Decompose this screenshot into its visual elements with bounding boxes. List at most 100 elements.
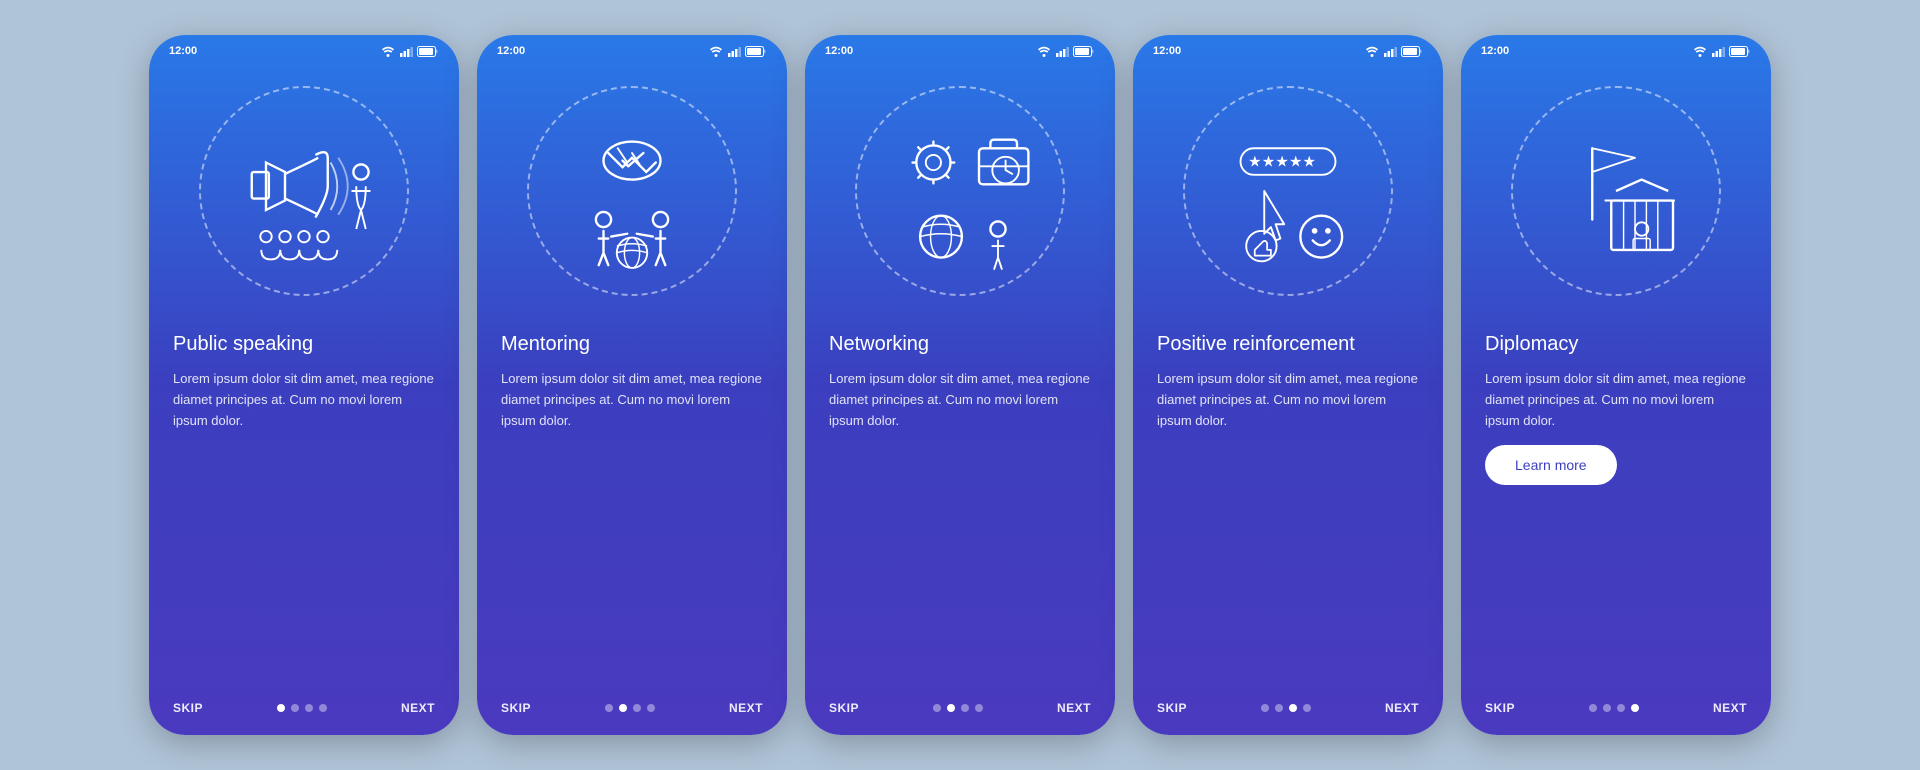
battery-icon [417,46,439,57]
time-5: 12:00 [1481,45,1509,57]
phones-container: 12:00 [149,35,1771,735]
learn-more-button[interactable]: Learn more [1485,445,1617,485]
dots-3 [933,704,983,712]
signal-icon-5 [1711,46,1725,57]
bottom-nav-5: SKIP NEXT [1461,687,1771,735]
icon-area-3 [805,61,1115,321]
skip-btn-2[interactable]: SKIP [501,701,531,715]
card-title-4: Positive reinforcement [1157,331,1419,357]
wifi-icon-2 [709,46,723,57]
diplomacy-icon [1521,96,1711,286]
dot-3-1 [947,704,955,712]
next-btn-1[interactable]: NEXT [401,701,435,715]
card-title-2: Mentoring [501,331,763,357]
bottom-nav-2: SKIP NEXT [477,687,787,735]
signal-icon-2 [727,46,741,57]
content-area-1: Public speaking Lorem ipsum dolor sit di… [149,321,459,687]
time-4: 12:00 [1153,45,1181,57]
next-btn-2[interactable]: NEXT [729,701,763,715]
bottom-nav-1: SKIP NEXT [149,687,459,735]
next-btn-4[interactable]: NEXT [1385,701,1419,715]
circle-dashed-4: ★★★★★ [1183,86,1393,296]
bottom-nav-4: SKIP NEXT [1133,687,1443,735]
battery-icon-2 [745,46,767,57]
wifi-icon-3 [1037,46,1051,57]
next-btn-5[interactable]: NEXT [1713,701,1747,715]
content-area-3: Networking Lorem ipsum dolor sit dim ame… [805,321,1115,687]
wifi-icon-5 [1693,46,1707,57]
public-speaking-icon [209,96,399,286]
positive-reinforcement-icon: ★★★★★ [1193,96,1383,286]
circle-dashed-3 [855,86,1065,296]
card-title-1: Public speaking [173,331,435,357]
status-icons-2 [709,46,767,57]
phone-diplomacy: 12:00 [1461,35,1771,735]
content-area-2: Mentoring Lorem ipsum dolor sit dim amet… [477,321,787,687]
status-icons-3 [1037,46,1095,57]
dots-1 [277,704,327,712]
skip-btn-1[interactable]: SKIP [173,701,203,715]
dot-5-3 [1631,704,1639,712]
dots-5 [1589,704,1639,712]
time-1: 12:00 [169,45,197,57]
dot-1-0 [277,704,285,712]
content-area-5: Diplomacy Lorem ipsum dolor sit dim amet… [1461,321,1771,687]
card-body-3: Lorem ipsum dolor sit dim amet, mea regi… [829,369,1091,431]
content-area-4: Positive reinforcement Lorem ipsum dolor… [1133,321,1443,687]
card-title-3: Networking [829,331,1091,357]
next-btn-3[interactable]: NEXT [1057,701,1091,715]
circle-dashed-1 [199,86,409,296]
icon-area-5 [1461,61,1771,321]
bottom-nav-3: SKIP NEXT [805,687,1115,735]
circle-dashed-2 [527,86,737,296]
dot-2-0 [605,704,613,712]
card-body-4: Lorem ipsum dolor sit dim amet, mea regi… [1157,369,1419,431]
battery-icon-5 [1729,46,1751,57]
status-bar-1: 12:00 [149,35,459,61]
card-body-1: Lorem ipsum dolor sit dim amet, mea regi… [173,369,435,431]
dot-4-0 [1261,704,1269,712]
dot-3-3 [975,704,983,712]
status-bar-4: 12:00 [1133,35,1443,61]
dot-2-3 [647,704,655,712]
time-2: 12:00 [497,45,525,57]
dot-1-2 [305,704,313,712]
dots-2 [605,704,655,712]
icon-area-2 [477,61,787,321]
status-icons-5 [1693,46,1751,57]
card-body-2: Lorem ipsum dolor sit dim amet, mea regi… [501,369,763,431]
dot-5-1 [1603,704,1611,712]
dot-1-1 [291,704,299,712]
dot-5-0 [1589,704,1597,712]
dot-3-2 [961,704,969,712]
skip-btn-5[interactable]: SKIP [1485,701,1515,715]
dot-3-0 [933,704,941,712]
signal-icon [399,46,413,57]
battery-icon-4 [1401,46,1423,57]
phone-mentoring: 12:00 [477,35,787,735]
status-bar-2: 12:00 [477,35,787,61]
dot-1-3 [319,704,327,712]
card-title-5: Diplomacy [1485,331,1747,357]
dot-4-2 [1289,704,1297,712]
dot-2-2 [633,704,641,712]
time-3: 12:00 [825,45,853,57]
skip-btn-3[interactable]: SKIP [829,701,859,715]
icon-area-4: ★★★★★ [1133,61,1443,321]
dot-4-1 [1275,704,1283,712]
skip-btn-4[interactable]: SKIP [1157,701,1187,715]
status-icons-1 [381,46,439,57]
battery-icon-3 [1073,46,1095,57]
wifi-icon [381,46,395,57]
networking-icon [865,96,1055,286]
phone-public-speaking: 12:00 [149,35,459,735]
signal-icon-4 [1383,46,1397,57]
status-icons-4 [1365,46,1423,57]
status-bar-5: 12:00 [1461,35,1771,61]
svg-text:★★★★★: ★★★★★ [1248,153,1316,170]
wifi-icon-4 [1365,46,1379,57]
status-bar-3: 12:00 [805,35,1115,61]
card-body-5: Lorem ipsum dolor sit dim amet, mea regi… [1485,369,1747,431]
dot-4-3 [1303,704,1311,712]
icon-area-1 [149,61,459,321]
